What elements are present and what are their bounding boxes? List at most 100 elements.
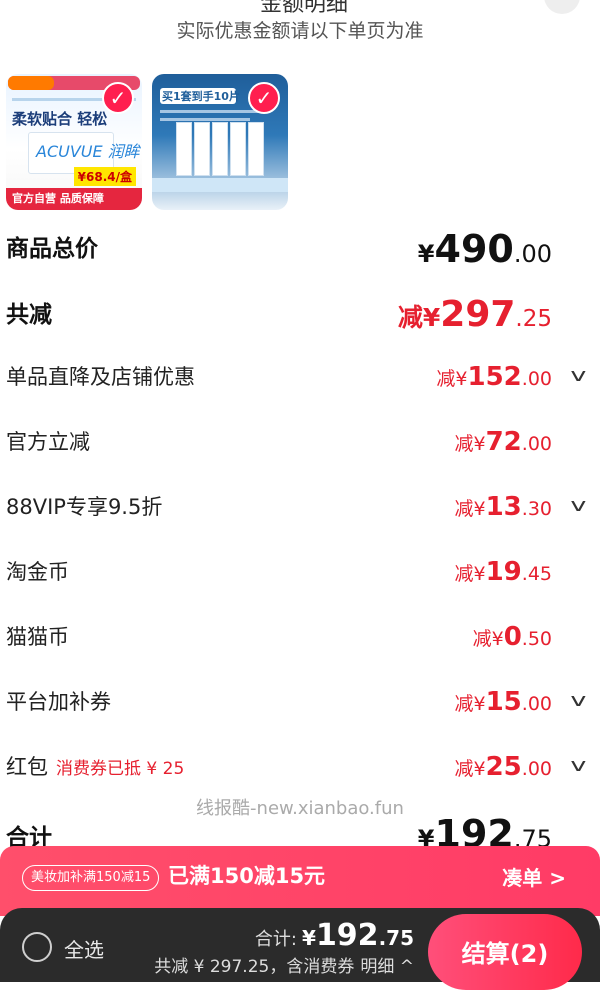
currency-symbol: ¥ bbox=[302, 926, 316, 950]
product-pack-image bbox=[212, 122, 228, 176]
thumb-price-tag: ¥68.4/盒 bbox=[73, 167, 136, 186]
amount-decimal: .00 bbox=[521, 368, 552, 390]
amount-integer: 297 bbox=[440, 294, 516, 335]
product-pack-image bbox=[248, 122, 264, 176]
discount-row-platform-coupon[interactable]: 平台加补券 减¥15.00 v bbox=[6, 682, 590, 722]
discount-label: 淘金币 bbox=[6, 560, 69, 584]
checkout-total: 合计: ¥192.75 bbox=[255, 918, 414, 953]
product-pack-image bbox=[230, 122, 246, 176]
chevron-down-icon[interactable]: v bbox=[571, 755, 587, 776]
discount-row-88vip[interactable]: 88VIP专享9.5折 减¥13.30 v bbox=[6, 487, 590, 527]
total-discount-row: 共减 减¥297.25 bbox=[6, 295, 590, 335]
discount-value: 减¥152.00 bbox=[436, 357, 552, 397]
discount-value: 减¥19.45 bbox=[454, 552, 552, 592]
checkout-bar: 全选 合计: ¥192.75 共减 ¥ 297.25，含消费券 明细 ^ 结算(2… bbox=[0, 908, 600, 990]
thumb-sub-line-2 bbox=[160, 118, 250, 121]
add-items-link[interactable]: 凑单 > bbox=[502, 862, 566, 891]
total-discount-label: 共减 bbox=[6, 302, 52, 328]
discount-value: 减¥25.00 bbox=[454, 747, 552, 787]
discount-row-maomaobi: 猫猫币 减¥0.50 bbox=[6, 617, 590, 657]
discount-summary-text: 共减 ¥ 297.25，含消费券 bbox=[154, 957, 355, 977]
check-icon[interactable]: ✓ bbox=[248, 82, 280, 114]
promo-text: 已满150减15元 bbox=[168, 864, 326, 888]
select-all-checkbox[interactable] bbox=[22, 932, 52, 962]
discount-label: 平台加补券 bbox=[6, 690, 111, 714]
amount-integer: 192 bbox=[315, 918, 379, 953]
discount-prefix: 减 bbox=[472, 628, 492, 650]
thumb-bottom-text: 官方自营 品质保障 bbox=[12, 192, 104, 205]
discount-prefix: 减 bbox=[397, 303, 423, 332]
discount-row-store[interactable]: 单品直降及店铺优惠 减¥152.00 v bbox=[6, 357, 590, 397]
discount-value: 减¥72.00 bbox=[454, 422, 552, 462]
currency-symbol: ¥ bbox=[422, 303, 441, 332]
discount-label: 单品直降及店铺优惠 bbox=[6, 365, 195, 389]
product-pack-image bbox=[194, 122, 210, 176]
amount-integer: 152 bbox=[467, 362, 522, 392]
amount-integer: 490 bbox=[434, 227, 514, 271]
amount-decimal: .45 bbox=[521, 563, 552, 585]
chevron-down-icon[interactable]: v bbox=[571, 365, 587, 386]
discount-label: 88VIP专享9.5折 bbox=[6, 495, 163, 519]
goods-total-label: 商品总价 bbox=[6, 236, 98, 262]
thumb-base-strip bbox=[152, 178, 288, 192]
currency-symbol: ¥ bbox=[473, 433, 486, 455]
amount-decimal: .75 bbox=[378, 926, 414, 950]
amount-integer: 13 bbox=[485, 492, 522, 522]
total-label: 合计: bbox=[254, 929, 297, 950]
discount-row-redpacket[interactable]: 红包 消费券已抵 ¥ 25 减¥25.00 v bbox=[6, 747, 590, 787]
promo-bar: 美妆加补满150减15 已满150减15元 凑单 > bbox=[0, 846, 600, 916]
amount-decimal: .00 bbox=[521, 758, 552, 780]
thumb-banner-text: 买1套到手10片 bbox=[162, 90, 240, 103]
chevron-down-icon[interactable]: v bbox=[571, 690, 587, 711]
total-discount-value: 减¥297.25 bbox=[398, 295, 552, 335]
discount-prefix: 减 bbox=[436, 368, 456, 390]
close-button[interactable] bbox=[544, 0, 580, 14]
discount-value: 减¥13.30 bbox=[454, 487, 552, 527]
discount-row-taojinbi: 淘金币 减¥19.45 bbox=[6, 552, 590, 592]
promo-tag: 美妆加补满150减15 bbox=[22, 865, 160, 891]
chevron-down-icon[interactable]: v bbox=[571, 495, 587, 516]
currency-symbol: ¥ bbox=[417, 240, 435, 268]
currency-symbol: ¥ bbox=[473, 563, 486, 585]
amount-decimal: .00 bbox=[513, 240, 552, 268]
thumb-slogan: 柔软贴合 轻松 bbox=[12, 110, 108, 128]
redpacket-note: 消费券已抵 ¥ 25 bbox=[56, 759, 185, 779]
discount-label: 官方立减 bbox=[6, 430, 90, 454]
currency-symbol: ¥ bbox=[455, 368, 468, 390]
thumb-top-badge bbox=[8, 76, 54, 90]
checkout-detail: 共减 ¥ 297.25，含消费券 明细 ^ bbox=[154, 952, 414, 977]
discount-value: 减¥15.00 bbox=[454, 682, 552, 722]
goods-total-value: ¥490.00 bbox=[418, 229, 552, 269]
redpacket-label: 红包 bbox=[6, 755, 48, 779]
product-thumbnail-1[interactable]: 柔软贴合 轻松 ACUVUE 润眸 ¥68.4/盒 官方自营 品质保障 ✓ bbox=[6, 74, 142, 210]
amount-decimal: .00 bbox=[521, 693, 552, 715]
detail-toggle[interactable]: 明细 ^ bbox=[360, 957, 414, 977]
product-pack-image bbox=[176, 122, 192, 176]
discount-prefix: 减 bbox=[454, 563, 474, 585]
discount-row-official: 官方立减 减¥72.00 bbox=[6, 422, 590, 462]
select-all-label[interactable]: 全选 bbox=[64, 934, 104, 963]
header: 金额明细 实际优惠金额请以下单页为准 bbox=[0, 0, 600, 60]
discount-label: 猫猫币 bbox=[6, 625, 69, 649]
discount-label: 红包 消费券已抵 ¥ 25 bbox=[6, 747, 184, 789]
currency-symbol: ¥ bbox=[473, 758, 486, 780]
check-icon[interactable]: ✓ bbox=[102, 82, 134, 114]
discount-prefix: 减 bbox=[454, 433, 474, 455]
discount-prefix: 减 bbox=[454, 498, 474, 520]
currency-symbol: ¥ bbox=[473, 693, 486, 715]
product-thumbnail-2[interactable]: 买1套到手10片 ✓ bbox=[152, 74, 288, 210]
checkout-button[interactable]: 结算(2) bbox=[428, 914, 582, 990]
amount-decimal: .30 bbox=[521, 498, 552, 520]
discount-prefix: 减 bbox=[454, 758, 474, 780]
amount-integer: 19 bbox=[485, 557, 522, 587]
goods-total-row: 商品总价 ¥490.00 bbox=[6, 229, 590, 269]
discount-value: 减¥0.50 bbox=[473, 617, 552, 657]
checkout-button-label: 结算(2) bbox=[461, 940, 549, 968]
amount-integer: 15 bbox=[485, 687, 522, 717]
amount-decimal: .50 bbox=[521, 628, 552, 650]
subtotal-row: 合计 ¥192.75 bbox=[6, 812, 590, 856]
currency-symbol: ¥ bbox=[473, 498, 486, 520]
discount-prefix: 减 bbox=[454, 693, 474, 715]
currency-symbol: ¥ bbox=[491, 628, 504, 650]
amount-decimal: .00 bbox=[521, 433, 552, 455]
